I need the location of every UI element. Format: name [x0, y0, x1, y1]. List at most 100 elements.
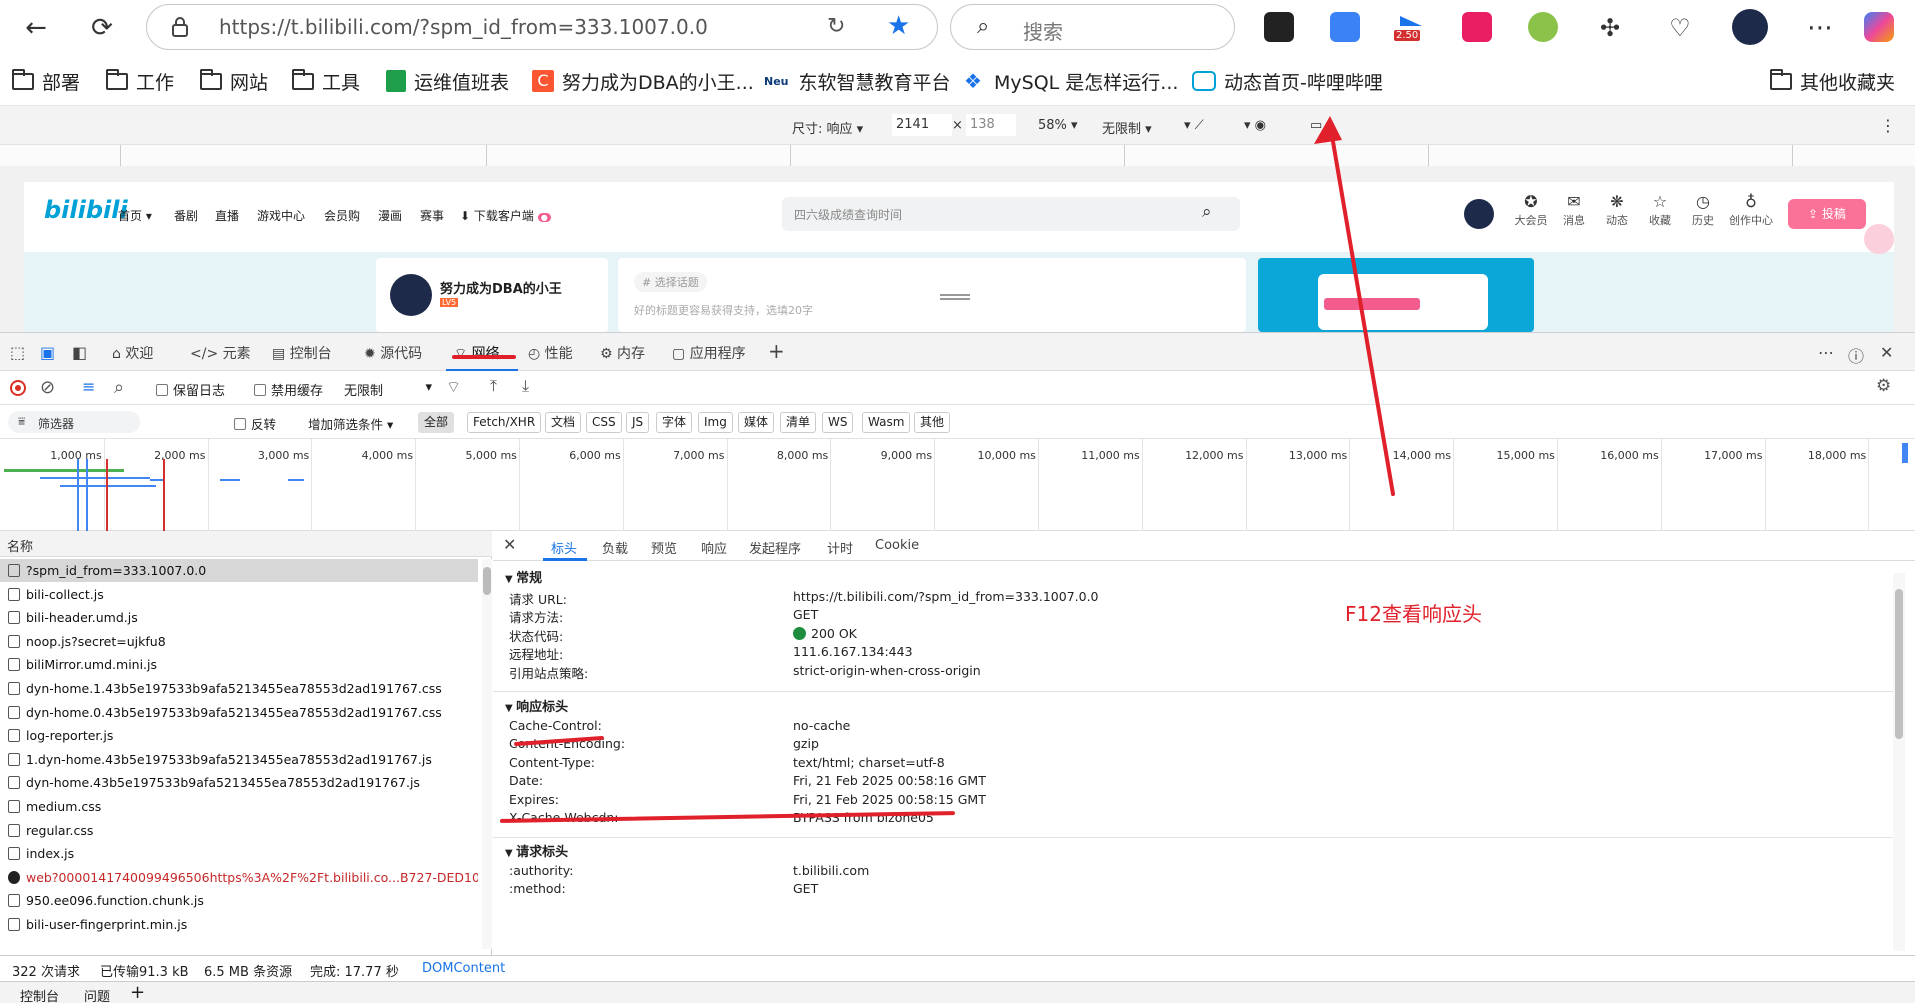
nav-shop[interactable]: 会员购 [324, 207, 360, 224]
nav-favorites[interactable]: ☆ 收藏 [1637, 192, 1683, 228]
zoom-select[interactable]: 58% ▾ [1038, 118, 1078, 133]
lock-icon[interactable] [171, 16, 189, 37]
search-network-icon[interactable]: ⌕ [114, 377, 124, 398]
request-row[interactable]: dyn-home.0.43b5e197533b9afa5213455ea7855… [0, 701, 478, 724]
tab-headers[interactable]: 标头 [551, 538, 577, 557]
bilibili-logo[interactable]: bilibili [44, 196, 128, 224]
type-filter-doc[interactable]: 文档 [545, 412, 582, 433]
topic-select[interactable]: # 选择话题 [634, 272, 707, 292]
request-row[interactable]: bili-collect.js [0, 583, 478, 606]
request-row[interactable]: noop.js?secret=ujkfu8 [0, 630, 478, 653]
nav-manga[interactable]: 漫画 [378, 207, 402, 224]
bookmark-folder[interactable]: 工具 [292, 68, 360, 94]
page-user-avatar[interactable] [1464, 199, 1494, 229]
bookmark-folder[interactable]: 工作 [106, 68, 174, 94]
bookmark-link[interactable]: 动态首页-哔哩哔哩 [1192, 68, 1383, 94]
request-row[interactable]: index.js [0, 842, 478, 865]
address-bar[interactable]: https://t.bilibili.com/?spm_id_from=333.… [146, 4, 938, 50]
ext-icon-flag[interactable]: 2.50 [1394, 12, 1426, 42]
tab-console[interactable]: ▤ 控制台 [272, 343, 332, 363]
type-filter-media[interactable]: 媒体 [738, 412, 775, 433]
bookmark-link[interactable]: Neu 东软智慧教育平台 [764, 68, 951, 94]
type-filter-other[interactable]: 其他 [914, 412, 951, 433]
disable-cache-checkbox[interactable]: 禁用缓存 [254, 380, 323, 399]
bookmark-link[interactable]: ❖ MySQL 是怎样运行... [964, 68, 1178, 94]
copilot-icon[interactable] [1864, 12, 1894, 42]
details-scrollbar[interactable] [1893, 573, 1905, 951]
tab-performance[interactable]: ◴ 性能 [528, 343, 573, 363]
add-tab-icon[interactable]: + [768, 339, 785, 363]
request-row[interactable]: dyn-home.43b5e197533b9afa5213455ea78553d… [0, 771, 478, 794]
type-filter-manifest[interactable]: 清单 [780, 412, 817, 433]
tab-payload[interactable]: 负载 [602, 538, 628, 557]
close-details-icon[interactable]: ✕ [503, 535, 516, 554]
request-row[interactable]: dyn-home.1.43b5e197533b9afa5213455ea7855… [0, 677, 478, 700]
ext-icon-lime[interactable] [1528, 12, 1558, 42]
filter-input[interactable]: ⩸ 筛选器 [8, 411, 140, 433]
timeline-scroll-handle[interactable] [1902, 443, 1908, 463]
drawer-add-icon[interactable]: + [130, 982, 145, 1003]
column-header-name[interactable]: 名称 [0, 531, 492, 557]
request-row[interactable]: 950.ee096.function.chunk.js [0, 889, 478, 912]
network-settings-icon[interactable]: ⚙ [1876, 376, 1891, 396]
ext-icon-1[interactable] [1264, 12, 1294, 42]
type-filter-js[interactable]: JS [626, 412, 650, 433]
nav-events[interactable]: 赛事 [420, 207, 444, 224]
help-icon[interactable]: ⓘ [1848, 343, 1864, 367]
tab-response[interactable]: 响应 [701, 538, 727, 557]
nav-dynamic[interactable]: ❋ 动态 [1594, 192, 1640, 228]
request-row[interactable]: 1.dyn-home.43b5e197533b9afa5213455ea7855… [0, 748, 478, 771]
request-row[interactable]: log-reporter.js [0, 724, 478, 747]
user-card-name[interactable]: 努力成为DBA的小王 [440, 278, 562, 297]
request-row[interactable]: biliMirror.umd.mini.js [0, 653, 478, 676]
user-card-avatar[interactable] [390, 274, 432, 316]
bookmark-folder-other[interactable]: 其他收藏夹 [1770, 68, 1895, 94]
page-search-input[interactable]: 四六级成绩查询时间 ⌕ [782, 197, 1240, 231]
side-helper-icon[interactable] [1864, 224, 1894, 254]
type-filter-wasm[interactable]: Wasm [862, 412, 911, 433]
device-toggle-icon[interactable]: ▣ [40, 343, 55, 362]
refresh-site-icon[interactable]: ↻ [827, 14, 845, 39]
drawer-tab-console[interactable]: 控制台 [20, 986, 59, 1003]
tab-initiator[interactable]: 发起程序 [749, 538, 801, 557]
inspect-icon[interactable]: ⬚ [10, 343, 25, 362]
throttle-select[interactable]: 无限制 ▾ [1102, 118, 1152, 137]
nav-messages[interactable]: ✉ 消息 [1551, 192, 1597, 228]
section-request-headers[interactable]: ▼ 请求标头 [505, 841, 568, 860]
rotate-icon[interactable]: ▾ ⟋ [1184, 118, 1204, 133]
clear-icon[interactable]: ⊘ [40, 377, 55, 398]
tab-memory[interactable]: ⚙ 内存 [600, 343, 645, 363]
tab-timing[interactable]: 计时 [827, 538, 853, 557]
filter-icon[interactable]: ≡ [82, 377, 95, 396]
type-filter-font[interactable]: 字体 [656, 412, 693, 433]
tab-network[interactable]: ⌔ 网络 [454, 343, 500, 363]
nav-games[interactable]: 游戏中心 [257, 207, 305, 224]
devtools-more-icon[interactable]: ⋯ [1818, 343, 1834, 362]
nav-anime[interactable]: 番剧 [174, 207, 198, 224]
network-throttle-select[interactable]: 无限制 ▾ [344, 380, 432, 399]
device-height-input[interactable]: 138 [966, 114, 1016, 136]
nav-history[interactable]: ◷ 历史 [1680, 192, 1726, 228]
page-search-icon[interactable]: ⌕ [1202, 202, 1212, 222]
section-general[interactable]: ▼ 常规 [505, 567, 542, 586]
bookmark-folder[interactable]: 部署 [12, 68, 80, 94]
bookmark-link[interactable]: 运维值班表 [386, 68, 509, 94]
nav-vip[interactable]: ✪ 大会员 [1508, 192, 1554, 228]
favorite-star-icon[interactable]: ★ [887, 11, 910, 41]
tab-sources[interactable]: ✹ 源代码 [364, 343, 422, 363]
section-response-headers[interactable]: ▼ 响应标头 [505, 696, 568, 715]
request-row[interactable]: regular.css [0, 819, 478, 842]
nav-download[interactable]: ⬇ 下载客户端 ● [460, 207, 551, 224]
network-timeline[interactable]: 1,000 ms 2,000 ms 3,000 ms 4,000 ms 5,000 ms… [0, 439, 1915, 531]
tab-cookie[interactable]: Cookie [875, 538, 919, 553]
tab-welcome[interactable]: ⌂ 欢迎 [112, 343, 153, 363]
type-filter-xhr[interactable]: Fetch/XHR [467, 412, 542, 433]
tab-elements[interactable]: </> 元素 [190, 343, 251, 363]
request-row[interactable]: medium.css [0, 795, 478, 818]
translate-icon[interactable] [1462, 12, 1492, 42]
drawer-tab-issues[interactable]: 问题 [84, 986, 110, 1003]
import-icon[interactable]: ⤒ [490, 376, 497, 396]
request-list-scrollbar[interactable] [482, 559, 492, 949]
request-row[interactable]: bili-user-fingerprint.min.js [0, 913, 478, 936]
nav-live[interactable]: 直播 [215, 207, 239, 224]
